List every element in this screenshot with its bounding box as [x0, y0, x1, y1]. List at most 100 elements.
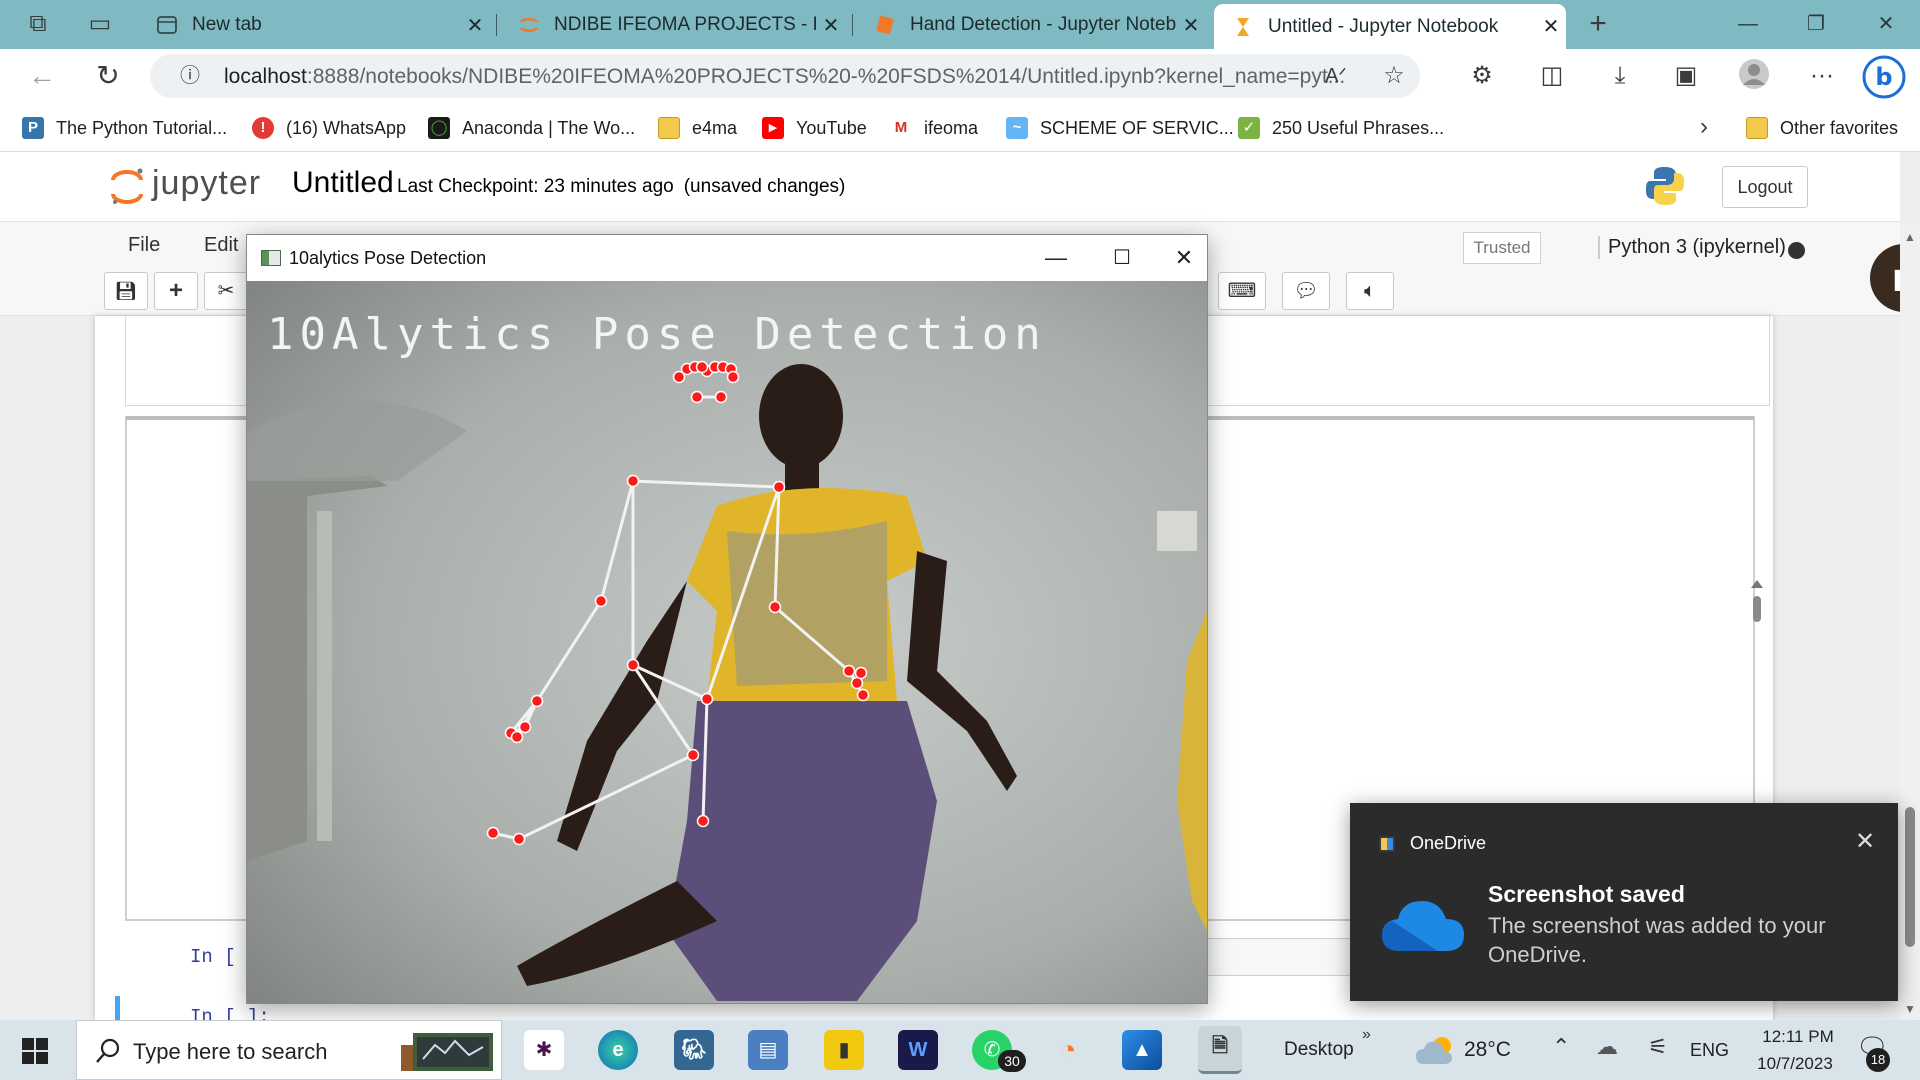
pose-detection-window[interactable]: 10alytics Pose Detection — ☐ ✕ 10Alytics… [246, 234, 1208, 1004]
remote-desktop-icon[interactable]: ▤ [748, 1030, 788, 1070]
notebook-title[interactable]: Untitled [292, 166, 394, 200]
favorite-scheme-of-service[interactable]: ~ SCHEME OF SERVIC... [1006, 115, 1234, 141]
onedrive-toast[interactable]: OneDrive ✕ Screenshot saved The screensh… [1350, 803, 1898, 1001]
profile-avatar-icon[interactable] [1736, 58, 1772, 94]
slack-icon[interactable]: ✱ [524, 1030, 564, 1070]
favorite-label: Other favorites [1780, 117, 1899, 138]
wall-socket [1157, 511, 1197, 551]
postgres-icon[interactable]: 🐘︎ [674, 1030, 714, 1070]
favorite-label: Anaconda | The Wo... [462, 117, 636, 138]
clock-date[interactable]: 10/7/2023 [1740, 1054, 1850, 1074]
favorite-ifeoma[interactable]: Mifeoma [890, 115, 978, 141]
photos-icon[interactable]: ▲ [1122, 1030, 1162, 1070]
favorite-label: The Python Tutorial... [56, 117, 228, 138]
comment-icon[interactable]: 💬︎ [1282, 272, 1330, 310]
chevron-right-icon[interactable]: › [1686, 109, 1722, 145]
other-favorites[interactable]: Other favorites [1746, 115, 1898, 141]
temperature[interactable]: 28°C [1464, 1038, 1511, 1062]
restore-icon[interactable]: ❐ [1796, 8, 1836, 40]
minimize-icon[interactable]: — [1728, 8, 1768, 40]
jupyter-taskbar-icon[interactable]: ◔ [1048, 1030, 1088, 1070]
close-tab-icon[interactable]: ✕ [1536, 14, 1566, 39]
taskbar-search[interactable]: Type here to search [76, 1020, 502, 1080]
desktop-toolbar[interactable]: Desktop [1284, 1039, 1354, 1061]
tab-untitled-notebook[interactable]: Untitled - Jupyter Notebook ✕ [1214, 4, 1566, 49]
trusted-badge[interactable]: Trusted [1463, 232, 1541, 264]
save-icon[interactable]: 💾︎ [104, 272, 148, 310]
minimize-icon[interactable]: — [1033, 241, 1079, 275]
webex-icon[interactable]: W [898, 1030, 938, 1070]
collections-icon[interactable]: ▣ [1668, 58, 1704, 94]
door-edge [317, 511, 332, 841]
close-icon[interactable]: ✕ [1855, 827, 1875, 856]
tab-actions-icon[interactable]: ▭ [82, 6, 118, 42]
clock-time[interactable]: 12:11 PM [1750, 1027, 1846, 1047]
pose-landmark-rp2 [856, 688, 870, 702]
back-icon[interactable]: ← [24, 58, 60, 94]
scrollbar-thumb[interactable] [1905, 807, 1915, 947]
logout-button[interactable]: Logout [1722, 166, 1808, 208]
page-scrollbar[interactable]: ▲ ▼ [1900, 222, 1920, 1020]
favorite-label: YouTube [796, 117, 867, 138]
chevron-double-right-icon[interactable]: » [1362, 1026, 1371, 1044]
favorite-youtube[interactable]: ▶ YouTube [762, 115, 867, 141]
scroll-down-icon[interactable]: ▼ [1904, 1002, 1916, 1016]
favorite-python-tutorial[interactable]: P The Python Tutorial... [22, 115, 227, 141]
notepad-icon[interactable]: 🗎︎ [1198, 1026, 1242, 1074]
more-options-icon[interactable]: ··· [1804, 58, 1840, 94]
pose-landmark-lel [594, 594, 608, 608]
close-window-icon[interactable]: ✕ [1866, 8, 1906, 40]
favorite-useful-phrases[interactable]: ✓ 250 Useful Phrases... [1238, 115, 1444, 141]
onedrive-cloud-icon [1382, 901, 1464, 951]
menu-edit[interactable]: Edit [204, 234, 238, 257]
favorite-e4ma[interactable]: e4ma [658, 115, 737, 141]
inner-scrollbar[interactable] [1750, 576, 1764, 636]
gmail-icon: M [890, 117, 912, 139]
onedrive-tray-icon[interactable]: ☁ [1596, 1034, 1618, 1060]
jupyter-logo-text[interactable]: jupyter [152, 164, 261, 203]
kernel-name[interactable]: Python 3 (ipykernel) [1598, 236, 1786, 259]
language-indicator[interactable]: ENG [1690, 1040, 1729, 1061]
weather-cloud-icon[interactable] [1414, 1034, 1458, 1066]
cell-prompt: In [ [190, 946, 236, 968]
insert-cell-plus-icon[interactable]: + [154, 272, 198, 310]
toast-body: The screenshot was added to your OneDriv… [1488, 913, 1826, 967]
tab-new-tab[interactable]: New tab ✕ [138, 5, 490, 45]
chevron-up-icon[interactable]: ⌃ [1552, 1034, 1570, 1060]
jupyter-notebook-icon [876, 15, 894, 35]
url-path: :8888/notebooks/NDIBE%20IFEOMA%20PROJECT… [306, 65, 1346, 88]
tab-ndibe-projects[interactable]: NDIBE IFEOMA PROJECTS - FSDS ✕ [500, 5, 846, 45]
webcam-feed: 10Alytics Pose Detection [247, 281, 1207, 1003]
windows-start-icon[interactable] [22, 1038, 48, 1064]
edge-icon[interactable]: e [598, 1030, 638, 1070]
window-titlebar[interactable]: 10alytics Pose Detection — ☐ ✕ [247, 235, 1207, 281]
url-text[interactable]: localhost:8888/notebooks/NDIBE%20IFEOMA%… [224, 65, 1345, 89]
maximize-icon[interactable]: ☐ [1099, 241, 1145, 275]
close-icon[interactable]: ✕ [1161, 241, 1207, 275]
command-palette-icon[interactable]: ⌨ [1218, 272, 1266, 310]
speaker-icon[interactable]: 🔈︎ [1346, 272, 1394, 310]
favorite-star-icon[interactable]: ☆ [1376, 58, 1412, 94]
favorite-anaconda[interactable]: ◯ Anaconda | The Wo... [428, 115, 635, 141]
close-tab-icon[interactable]: ✕ [460, 13, 490, 38]
workspaces-icon[interactable]: ⧉ [20, 6, 56, 42]
refresh-icon[interactable]: ↻ [90, 58, 126, 94]
cut-scissors-icon[interactable]: ✂ [204, 272, 248, 310]
split-screen-icon[interactable]: ◫ [1534, 58, 1570, 94]
network-icon[interactable]: ⚟ [1648, 1034, 1668, 1060]
new-tab-plus-icon[interactable]: + [1580, 6, 1616, 42]
close-tab-icon[interactable]: ✕ [816, 13, 846, 38]
favorite-whatsapp[interactable]: ! (16) WhatsApp [252, 115, 406, 141]
power-bi-icon[interactable]: ▮ [824, 1030, 864, 1070]
scroll-up-icon[interactable]: ▲ [1904, 230, 1916, 244]
tab-hand-detection[interactable]: Hand Detection - Jupyter Notebo ✕ [856, 5, 1206, 45]
site-info-icon[interactable]: ⓘ [172, 58, 208, 94]
menu-file[interactable]: File [128, 234, 160, 257]
bing-copilot-icon[interactable]: b [1862, 55, 1906, 99]
read-aloud-icon[interactable]: Aᐟ [1318, 58, 1354, 94]
extensions-icon[interactable]: ⚙ [1464, 58, 1500, 94]
close-tab-icon[interactable]: ✕ [1176, 13, 1206, 38]
downloads-icon[interactable]: ⤓ [1602, 58, 1638, 94]
address-bar[interactable]: ⓘ localhost:8888/notebooks/NDIBE%20IFEOM… [150, 54, 1420, 98]
window-title: 10alytics Pose Detection [289, 248, 487, 268]
